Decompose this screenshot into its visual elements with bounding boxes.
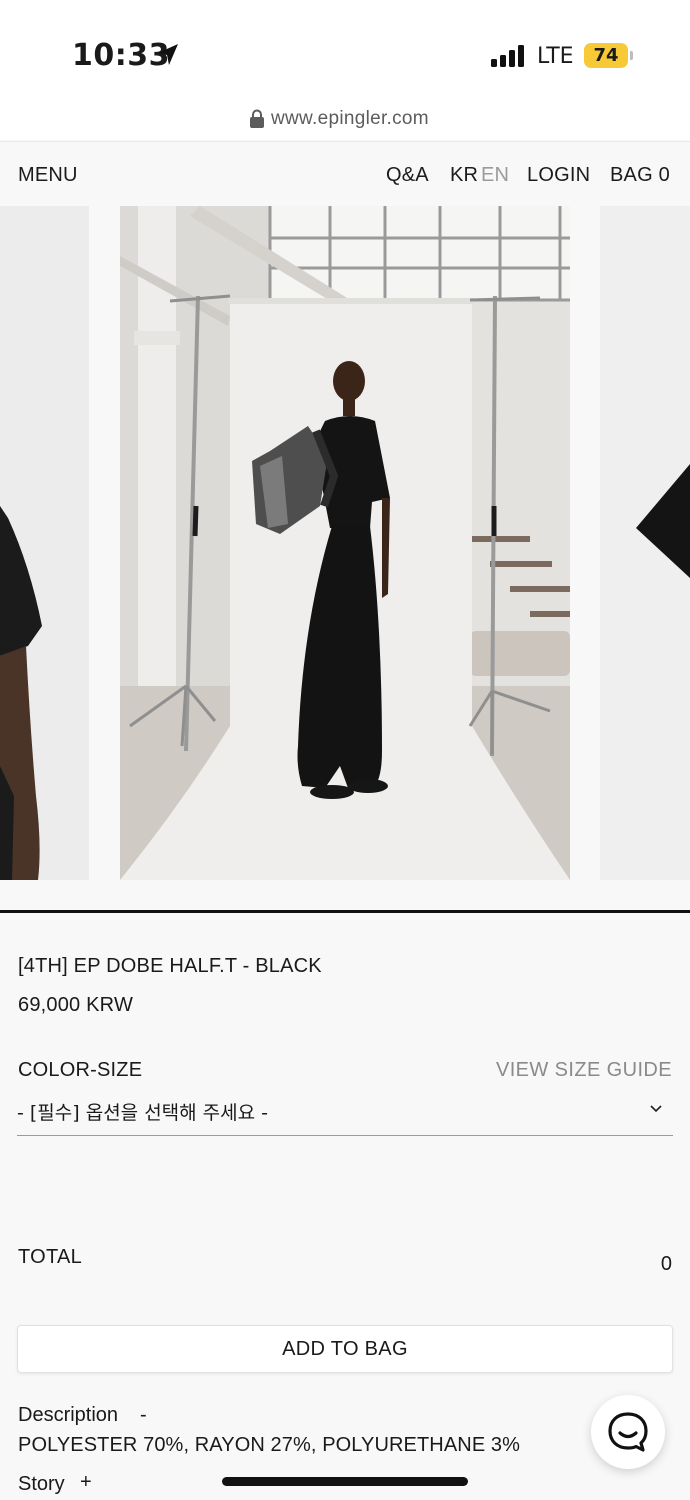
browser-url-bar[interactable]: www.epingler.com [0, 100, 690, 140]
previous-product-photo [0, 206, 89, 880]
carousel-slide-current[interactable] [120, 206, 570, 880]
carousel-slide-next[interactable] [600, 206, 690, 880]
story-expand-icon[interactable]: + [80, 1471, 92, 1494]
lock-icon [250, 109, 264, 128]
bag-link[interactable]: BAG 0 [610, 164, 670, 187]
menu-link[interactable]: MENU [18, 164, 78, 187]
chevron-down-icon [650, 1105, 662, 1113]
description-collapse-icon[interactable]: - [140, 1404, 147, 1427]
total-value: 0 [660, 1253, 672, 1275]
material-composition: POLYESTER 70%, RAYON 27%, POLYURETHANE 3… [18, 1434, 521, 1456]
url-text: www.epingler.com [271, 108, 429, 129]
qa-link[interactable]: Q&A [386, 164, 429, 187]
add-to-bag-button[interactable]: ADD TO BAG [17, 1325, 673, 1373]
login-link[interactable]: LOGIN [527, 164, 590, 187]
total-label: TOTAL [18, 1246, 83, 1268]
product-title: [4TH] EP DOBE HALF.T - BLACK [18, 955, 322, 977]
status-bar: 10:33 LTE 74 [0, 0, 690, 100]
battery-nub [630, 51, 633, 60]
chat-support-button[interactable] [591, 1395, 665, 1469]
language-en-link[interactable]: EN [481, 164, 509, 187]
network-type: LTE [537, 44, 574, 69]
product-price: 69,000 KRW [18, 994, 134, 1016]
site-header-nav: MENU Q&A KR EN LOGIN BAG 0 [0, 141, 690, 205]
home-indicator [222, 1477, 468, 1486]
signal-bars-icon [491, 45, 524, 67]
language-kr-link[interactable]: KR [450, 164, 478, 187]
next-product-photo [600, 206, 690, 880]
story-toggle-label[interactable]: Story [18, 1473, 65, 1496]
battery-icon: 74 [584, 43, 628, 68]
option-select-value: - [필수] 옵션을 선택해 주세요 - [17, 1102, 269, 1124]
location-arrow-icon [158, 44, 178, 65]
section-divider [0, 910, 690, 913]
product-image-carousel[interactable] [0, 206, 690, 880]
description-toggle-label[interactable]: Description [18, 1404, 118, 1427]
option-label: COLOR-SIZE [18, 1059, 143, 1081]
chat-bubble-icon [608, 1412, 648, 1452]
carousel-slide-previous[interactable] [0, 206, 89, 880]
product-model-photo [120, 206, 570, 880]
color-size-select[interactable]: - [필수] 옵션을 선택해 주세요 - [17, 1090, 673, 1136]
size-guide-link[interactable]: VIEW SIZE GUIDE [496, 1059, 672, 1082]
